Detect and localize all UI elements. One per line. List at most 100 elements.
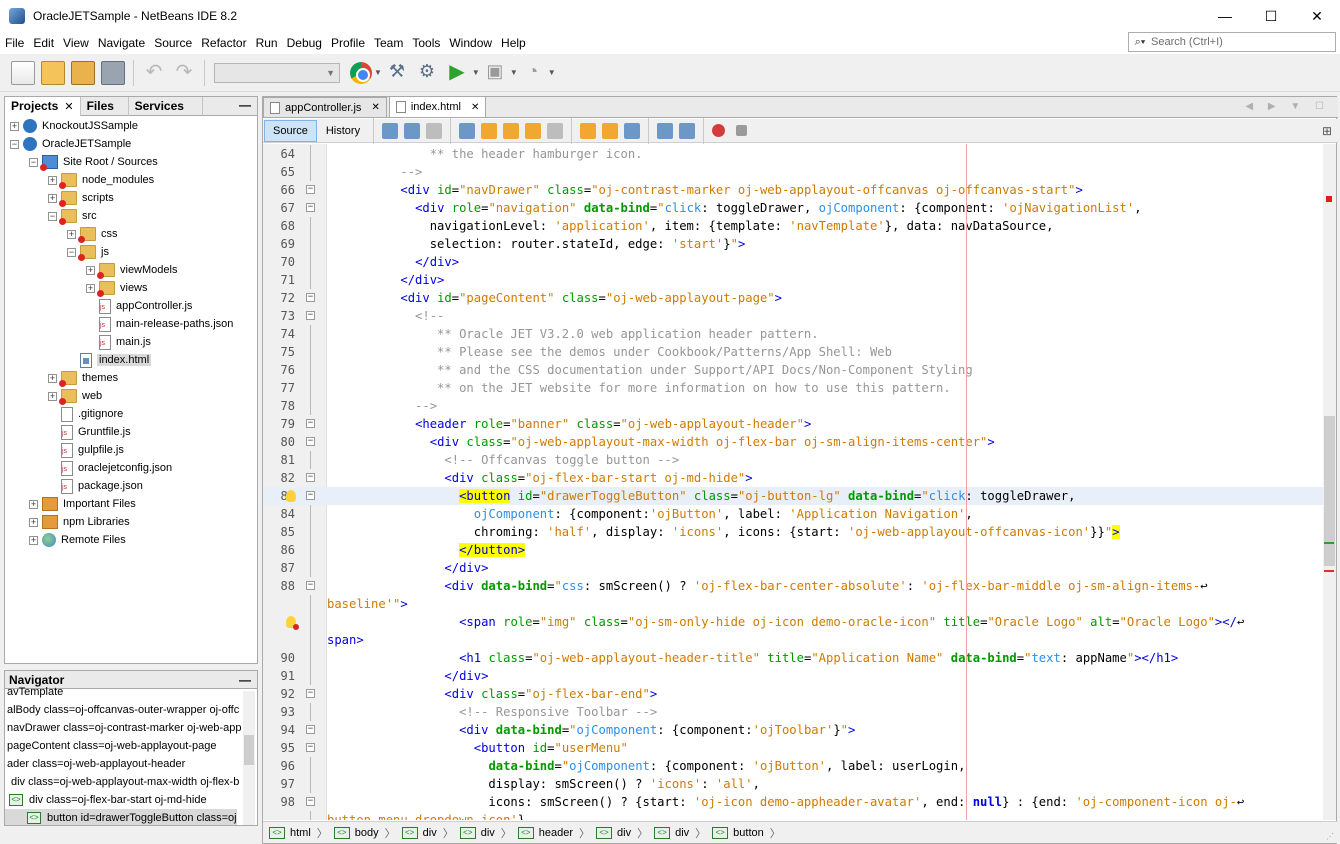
start-macro-recording-icon[interactable] bbox=[712, 124, 726, 137]
code-line[interactable]: 66− <div id="navDrawer" class="oj-contra… bbox=[263, 181, 1325, 199]
minimize-panel-icon[interactable]: — bbox=[239, 98, 251, 112]
breadcrumb-item[interactable]: <> div 〉 bbox=[596, 825, 648, 841]
navigator-item[interactable]: ader class=oj-web-applayout-header bbox=[5, 755, 185, 773]
fold-toggle-icon[interactable]: − bbox=[306, 293, 315, 302]
navigator-item[interactable]: <> div class=oj-flex-bar-start oj-md-hide bbox=[5, 791, 207, 809]
find-next-icon[interactable] bbox=[503, 122, 520, 139]
editor-scrollbar[interactable] bbox=[1323, 144, 1336, 820]
configuration-combo[interactable]: ▼ bbox=[214, 62, 340, 83]
tree-node[interactable]: gulpfile.js bbox=[48, 441, 124, 459]
expand-icon[interactable]: + bbox=[29, 535, 38, 545]
breadcrumb-item[interactable]: <> html 〉 bbox=[269, 825, 328, 841]
fold-toggle-icon[interactable]: − bbox=[306, 797, 315, 806]
navigator-scroll-thumb[interactable] bbox=[244, 735, 254, 765]
close-icon[interactable]: ✕ bbox=[64, 100, 73, 113]
close-icon[interactable]: ✕ bbox=[371, 102, 379, 113]
menu-navigate[interactable]: Navigate bbox=[93, 36, 149, 50]
redo-icon[interactable]: ↷ bbox=[172, 61, 196, 85]
code-line[interactable]: 73 − <!-- bbox=[263, 307, 1325, 325]
code-line[interactable]: 86 </button> bbox=[263, 541, 1325, 559]
next-bookmark-icon[interactable] bbox=[602, 122, 619, 139]
tree-node[interactable]: + npm Libraries bbox=[29, 513, 130, 531]
code-line[interactable]: 88 − <div data-bind="css: smScreen() ? 'o… bbox=[263, 577, 1325, 595]
tree-node[interactable]: + KnockoutJSSample bbox=[10, 117, 138, 135]
code-line[interactable]: 85 chroming: 'half', display: 'icons', i… bbox=[263, 523, 1325, 541]
expand-icon[interactable]: + bbox=[29, 499, 38, 509]
code-line[interactable]: 84 ojComponent: {component:'ojButton', l… bbox=[263, 505, 1325, 523]
fold-toggle-icon[interactable]: − bbox=[306, 311, 315, 320]
code-line[interactable]: 79− <header role="banner" class="oj-web-… bbox=[263, 415, 1325, 433]
debug-icon[interactable]: ▣ bbox=[483, 61, 507, 85]
code-area[interactable]: 64 ** the header hamburger icon. 65 --> 66… bbox=[263, 144, 1325, 820]
search-box[interactable]: ⌕▾ Search (Ctrl+I) bbox=[1128, 32, 1336, 52]
maximize-button[interactable]: ☐ bbox=[1248, 0, 1294, 32]
code-line[interactable]: 98 − icons: smScreen() ? {start: 'oj-icon… bbox=[263, 793, 1325, 811]
navigator-item[interactable]: div class=oj-web-applayout-max-width oj-… bbox=[5, 773, 239, 791]
code-line[interactable]: 77 ** on the JET website for more inform… bbox=[263, 379, 1325, 397]
expand-icon[interactable]: + bbox=[67, 229, 76, 239]
previous-bookmark-icon[interactable] bbox=[580, 122, 597, 139]
shift-left-icon[interactable] bbox=[657, 122, 674, 139]
breadcrumb-item[interactable]: <> body 〉 bbox=[333, 825, 396, 841]
code-line[interactable]: 91 </div> bbox=[263, 667, 1325, 685]
source-button[interactable]: Source bbox=[264, 119, 317, 142]
code-line[interactable]: 92 − <div class="oj-flex-bar-end"> bbox=[263, 685, 1325, 703]
fold-toggle-icon[interactable]: − bbox=[306, 581, 315, 590]
code-line[interactable]: 83− <button id="drawerToggleButton" clas… bbox=[263, 487, 1325, 505]
error-marker[interactable] bbox=[1324, 570, 1334, 572]
tree-node[interactable]: + viewModels bbox=[86, 261, 177, 279]
minimize-button[interactable]: — bbox=[1202, 0, 1248, 32]
tree-node[interactable]: main.js bbox=[86, 333, 151, 351]
chevron-down-icon[interactable]: ▼ bbox=[374, 68, 382, 77]
find-previous-icon[interactable] bbox=[481, 122, 498, 139]
fold-toggle-icon[interactable]: − bbox=[306, 725, 315, 734]
breadcrumb-item[interactable]: <> div 〉 bbox=[654, 825, 706, 841]
build-icon[interactable]: ⚙ bbox=[415, 61, 439, 85]
code-line[interactable]: 70 </div> bbox=[263, 253, 1325, 271]
navigator-item[interactable]: pageContent class=oj-web-applayout-page bbox=[5, 737, 216, 755]
breadcrumb-item[interactable]: <> button 〉 bbox=[712, 825, 781, 841]
collapse-icon[interactable]: − bbox=[67, 247, 76, 257]
close-button[interactable]: ✕ bbox=[1294, 0, 1340, 32]
tree-node[interactable]: + node_modules bbox=[48, 171, 154, 189]
tree-node[interactable]: + web bbox=[48, 387, 102, 405]
history-button[interactable]: History bbox=[318, 120, 368, 142]
fold-toggle-icon[interactable]: − bbox=[306, 473, 315, 482]
breadcrumb-item[interactable]: <> div 〉 bbox=[401, 825, 454, 841]
back-icon[interactable] bbox=[404, 122, 421, 139]
tree-node[interactable]: + Important Files bbox=[29, 495, 136, 513]
tree-node[interactable]: + views bbox=[86, 279, 148, 297]
tree-node[interactable]: + Remote Files bbox=[29, 531, 126, 549]
tab-index-html[interactable]: index.html ✕ bbox=[388, 96, 487, 117]
code-line[interactable]: 94 − <div data-bind="ojComponent: {compon… bbox=[263, 721, 1325, 739]
code-line[interactable]: 74 ** Oracle JET V3.2.0 web application … bbox=[263, 325, 1325, 343]
code-line[interactable]: 96 data-bind="ojComponent: {component: '… bbox=[263, 757, 1325, 775]
menu-help[interactable]: Help bbox=[496, 36, 530, 50]
code-line[interactable]: 68 navigationLevel: 'application', item:… bbox=[263, 217, 1325, 235]
code-line[interactable]: 95 − <button id="userMenu" bbox=[263, 739, 1325, 757]
chevron-down-icon[interactable]: ▼ bbox=[472, 68, 480, 77]
rectangular-selection-icon[interactable] bbox=[547, 122, 564, 139]
shift-right-icon[interactable] bbox=[679, 122, 696, 139]
code-line[interactable]: 64 ** the header hamburger icon. bbox=[263, 145, 1325, 163]
expand-icon[interactable]: + bbox=[29, 517, 38, 527]
tree-node[interactable]: − src bbox=[48, 207, 97, 225]
menu-file[interactable]: File bbox=[0, 36, 28, 50]
toggle-bookmark-icon[interactable] bbox=[624, 122, 641, 139]
code-line[interactable]: 82 − <div class="oj-flex-bar-start oj-md-… bbox=[263, 469, 1325, 487]
tree-node[interactable]: − OracleJETSample bbox=[10, 135, 131, 153]
collapse-icon[interactable]: − bbox=[48, 211, 57, 221]
navigator-item[interactable]: <> button id=drawerToggleButton class=oj bbox=[5, 809, 237, 825]
menu-edit[interactable]: Edit bbox=[28, 36, 58, 50]
find-icon[interactable] bbox=[459, 122, 476, 139]
undo-icon[interactable]: ↶ bbox=[142, 61, 166, 85]
collapse-icon[interactable]: − bbox=[10, 139, 19, 149]
expand-icon[interactable]: + bbox=[10, 121, 19, 131]
expand-icon[interactable]: + bbox=[48, 175, 57, 185]
breadcrumb-item[interactable]: <> div 〉 bbox=[459, 825, 512, 841]
menu-view[interactable]: View bbox=[58, 36, 93, 50]
last-edit-icon[interactable] bbox=[382, 122, 399, 139]
open-project-icon[interactable] bbox=[71, 60, 95, 85]
fold-toggle-icon[interactable]: − bbox=[306, 185, 315, 194]
code-line[interactable]: 72− <div id="pageContent" class="oj-web-… bbox=[263, 289, 1325, 307]
